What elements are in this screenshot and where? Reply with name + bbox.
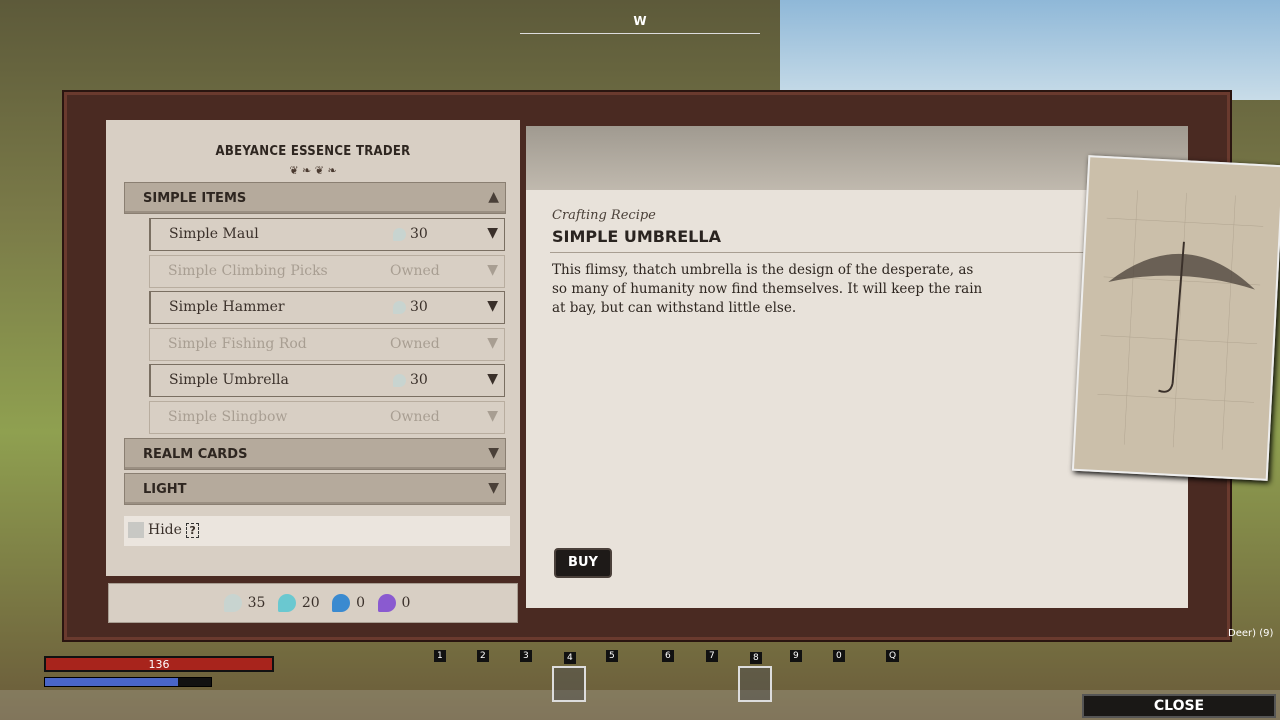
hotbar-key-label: 3 <box>520 650 532 662</box>
essence-icon <box>332 594 351 612</box>
category-realm-cards[interactable]: REALM CARDS ▼ <box>124 438 506 470</box>
essence-icon <box>393 227 406 241</box>
hotbar-slot[interactable]: 8 <box>738 652 772 702</box>
item-name: Simple Maul <box>169 226 259 242</box>
item-owned-status: Owned <box>390 409 440 425</box>
currency-bar: 35 20 0 0 <box>108 583 518 623</box>
chevron-down-icon[interactable]: ▼ <box>487 225 498 241</box>
compass-heading: W <box>633 14 647 28</box>
sky-background <box>780 0 1280 100</box>
expand-icon: ▼ <box>488 480 499 496</box>
health-bar: 136 <box>44 656 274 672</box>
help-icon[interactable]: ? <box>186 523 199 538</box>
chevron-down-icon[interactable]: ▼ <box>487 262 498 278</box>
hotbar-slot[interactable]: 7 <box>696 650 730 702</box>
hotbar-key-label: 4 <box>564 652 576 664</box>
hotbar-slot[interactable]: 4 <box>552 652 586 702</box>
item-name: Simple Umbrella <box>169 372 289 388</box>
list-item[interactable]: Simple Hammer 30 ▼ <box>149 291 505 324</box>
item-owned-status: Owned <box>390 263 440 279</box>
category-label: SIMPLE ITEMS <box>143 191 247 206</box>
hotbar-key-label: 5 <box>606 650 618 662</box>
hotbar-key-label: 2 <box>477 650 489 662</box>
hotbar-slot[interactable]: 6 <box>652 650 686 702</box>
hotbar-key-label: 1 <box>434 650 446 662</box>
hotbar-slot[interactable]: 9 <box>780 650 814 702</box>
hotbar-slot[interactable]: Q <box>876 650 910 702</box>
item-name: Simple Hammer <box>169 299 285 315</box>
chevron-down-icon[interactable]: ▼ <box>487 298 498 314</box>
list-item[interactable]: Simple Climbing Picks Owned ▼ <box>149 255 505 288</box>
essence-icon <box>377 594 396 612</box>
item-owned-status: Owned <box>390 336 440 352</box>
category-simple-items[interactable]: SIMPLE ITEMS ▲ <box>124 182 506 214</box>
health-value: 136 <box>148 658 170 671</box>
essence-icon <box>393 300 406 314</box>
item-price: 30 <box>410 226 428 242</box>
category-label: REALM CARDS <box>143 447 248 462</box>
hotbar-key-label: 6 <box>662 650 674 662</box>
chevron-down-icon[interactable]: ▼ <box>487 408 498 424</box>
list-item[interactable]: Simple Maul 30 ▼ <box>149 218 505 251</box>
hotbar-slot[interactable]: 1 <box>424 650 458 702</box>
hotbar-key-label: 9 <box>790 650 802 662</box>
list-item-selected[interactable]: Simple Umbrella 30 ▼ <box>149 364 505 397</box>
hotbar-slot[interactable]: 0 <box>823 650 857 702</box>
hide-checkbox[interactable] <box>128 522 144 538</box>
stamina-fill <box>45 678 178 686</box>
chevron-down-icon[interactable]: ▼ <box>487 335 498 351</box>
list-item[interactable]: Simple Slingbow Owned ▼ <box>149 401 505 434</box>
hide-owned-toggle[interactable]: Hide ? <box>124 516 510 546</box>
close-button[interactable]: CLOSE <box>1082 694 1276 718</box>
currency-value: 0 <box>356 595 366 611</box>
detail-subtitle: Crafting Recipe <box>552 208 656 223</box>
hotbar-key-label: 7 <box>706 650 718 662</box>
hotbar-slot[interactable]: 5 <box>596 650 630 702</box>
item-name: Simple Fishing Rod <box>168 336 307 352</box>
detail-description: This flimsy, thatch umbrella is the desi… <box>552 262 983 316</box>
item-price: 30 <box>410 372 428 388</box>
item-name: Simple Slingbow <box>168 409 288 425</box>
detail-title: SIMPLE UMBRELLA <box>552 227 721 246</box>
item-name: Simple Climbing Picks <box>168 263 328 279</box>
collapse-icon: ▲ <box>488 189 499 205</box>
divider <box>550 252 1090 253</box>
hotbar-key-label: 8 <box>750 652 762 664</box>
hotbar-key-label: 0 <box>833 650 845 662</box>
category-label: LIGHT <box>143 482 187 497</box>
stamina-bar <box>44 677 212 687</box>
list-item[interactable]: Simple Fishing Rod Owned ▼ <box>149 328 505 361</box>
umbrella-sketch-icon <box>1097 190 1264 450</box>
currency-value: 35 <box>247 595 266 611</box>
trader-list-panel: ABEYANCE ESSENCE TRADER ❦ ❧ ❦ ❧ SIMPLE I… <box>106 120 520 576</box>
expand-icon: ▼ <box>488 445 499 461</box>
hotbar-slot[interactable]: 2 <box>467 650 501 702</box>
chevron-down-icon[interactable]: ▼ <box>487 371 498 387</box>
hide-label: Hide <box>148 522 182 538</box>
trader-title: ABEYANCE ESSENCE TRADER <box>215 144 411 159</box>
buy-button[interactable]: BUY <box>554 548 612 578</box>
essence-icon <box>393 373 406 387</box>
hotbar-slot[interactable]: 3 <box>510 650 544 702</box>
ornament-divider: ❦ ❧ ❦ ❧ <box>289 164 337 177</box>
hotbar-key-label: Q <box>886 650 900 662</box>
essence-icon <box>277 594 296 612</box>
currency-value: 0 <box>401 595 411 611</box>
compass: W <box>520 14 760 34</box>
recipe-card-image <box>1071 155 1280 481</box>
tracker-text: Deer) (9) <box>1228 628 1274 639</box>
essence-icon <box>223 594 242 612</box>
item-price: 30 <box>410 299 428 315</box>
currency-value: 20 <box>301 595 320 611</box>
category-light[interactable]: LIGHT ▼ <box>124 473 506 505</box>
